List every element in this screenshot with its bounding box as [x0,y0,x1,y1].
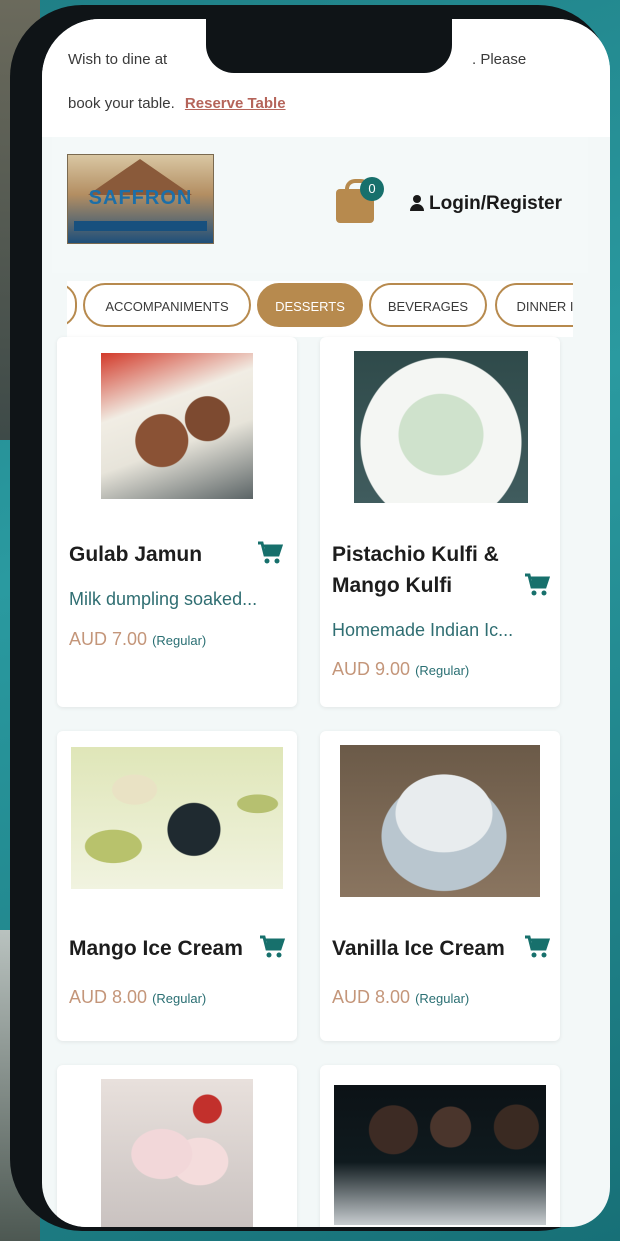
login-register-button[interactable]: Login/Register [410,193,562,215]
product-description: Homemade Indian Ic... [332,620,514,640]
category-tab-beverages[interactable]: BEVERAGES [369,283,487,327]
add-to-cart-icon[interactable] [259,935,286,959]
product-name: Mango Ice Cream [69,937,243,960]
product-image-chocolate-ice-cream [334,1085,546,1225]
product-card-chocolate-ice-cream[interactable] [320,1065,560,1227]
product-price-line: AUD 8.00 (Regular) [69,987,206,1008]
phone-frame: Wish to dine at . Please book your table… [10,5,610,1231]
product-name-line-2: Mango Kulfi [332,574,453,597]
reserve-table-link[interactable]: Reserve Table [185,95,286,112]
product-image-vanilla-ice-cream [340,745,540,897]
product-price-line: AUD 8.00 (Regular) [332,987,469,1008]
product-name: Vanilla Ice Cream [332,937,505,960]
product-card-mango-ice-cream[interactable]: Mango Ice Cream AUD 8.00 (Regular) [57,731,297,1041]
product-variant: (Regular) [152,991,207,1006]
product-price: AUD 8.00 [69,987,148,1007]
announcement-line-2: book your table. Reserve Table [68,95,286,112]
cart-button[interactable]: 0 [336,177,388,229]
product-price-line: AUD 9.00 (Regular) [332,659,469,680]
product-card-vanilla-ice-cream[interactable]: Vanilla Ice Cream AUD 8.00 (Regular) [320,731,560,1041]
product-name-line-1: Pistachio Kulfi & [332,543,499,566]
product-variant: (Regular) [415,663,470,678]
site-header: SAFFRON 0 Login/Register [52,137,588,273]
logo-tagline [74,221,207,231]
add-to-cart-icon[interactable] [257,541,284,565]
category-tab-desserts[interactable]: DESSERTS [257,283,363,327]
announcement-text: book your table. [68,95,175,112]
category-tab-previous[interactable] [67,283,77,327]
saffron-logo[interactable]: SAFFRON [67,154,214,244]
product-image-strawberry-ice-cream [101,1079,253,1227]
add-to-cart-icon[interactable] [524,573,551,597]
product-card-gulab-jamun[interactable]: Gulab Jamun Milk dumpling soaked... AUD … [57,337,297,707]
product-name: Gulab Jamun [69,543,203,566]
product-description: Milk dumpling soaked... [69,589,258,609]
logo-name: SAFFRON [88,187,193,209]
product-card-strawberry-ice-cream[interactable] [57,1065,297,1227]
category-tab-dinner[interactable]: DINNER I [495,283,573,327]
cart-count-badge: 0 [360,177,384,201]
phone-notch [206,15,452,73]
product-price: AUD 9.00 [332,659,411,679]
product-image-pistachio-kulfi [354,351,528,503]
login-label: Login/Register [429,193,563,214]
announcement-text-right: . Please [472,51,527,68]
product-price: AUD 8.00 [332,987,411,1007]
product-image-mango-ice-cream [71,747,283,889]
add-to-cart-icon[interactable] [524,935,551,959]
announcement-text-left: Wish to dine at [68,51,168,68]
user-icon [410,195,424,211]
category-tab-accompaniments[interactable]: ACCOMPANIMENTS [83,283,251,327]
screen: Wish to dine at . Please book your table… [42,19,610,1227]
product-name: Pistachio Kulfi & Mango Kulfi [332,539,499,601]
product-price: AUD 7.00 [69,629,148,649]
product-variant: (Regular) [415,991,470,1006]
product-price-line: AUD 7.00 (Regular) [69,629,206,650]
product-card-pistachio-kulfi[interactable]: Pistachio Kulfi & Mango Kulfi Homemade I… [320,337,560,707]
product-variant: (Regular) [152,633,207,648]
category-tabs: ACCOMPANIMENTS DESSERTS BEVERAGES DINNER… [67,281,573,337]
product-image-gulab-jamun [101,353,253,499]
